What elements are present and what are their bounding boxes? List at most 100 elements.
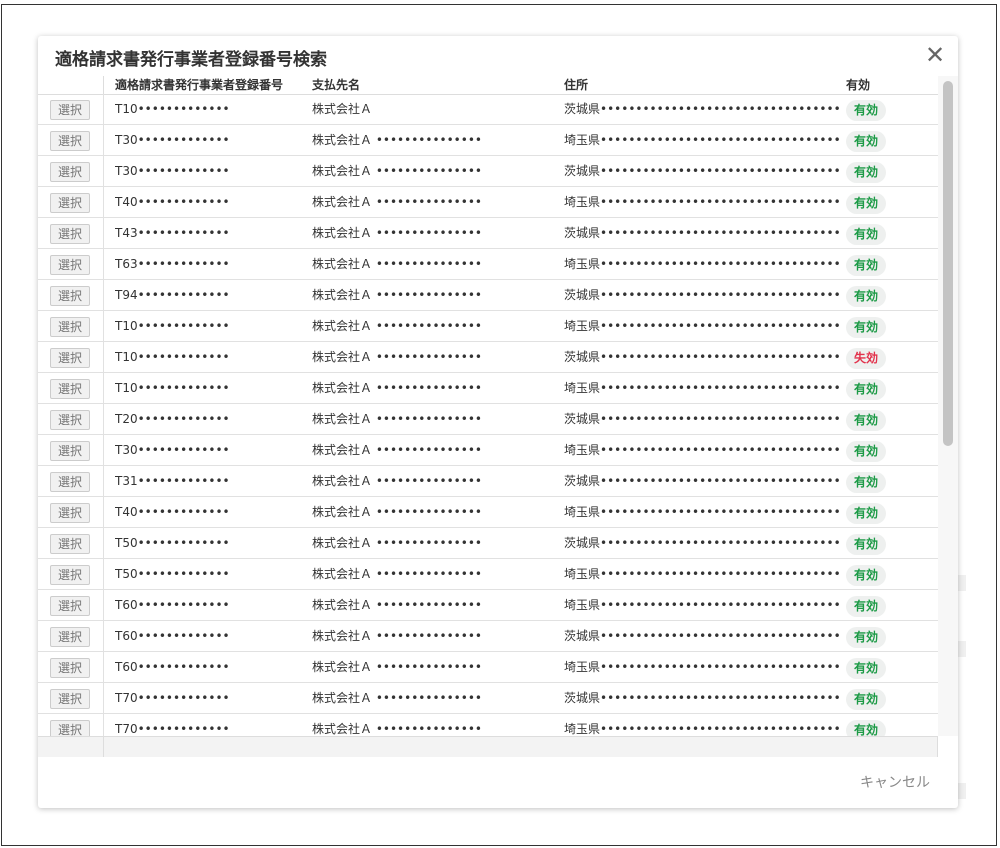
table-row: 選択 T50••••••••••••• 株式会社Ａ ••••••••••••••… <box>38 559 938 590</box>
grid-rows: 選択 T10••••••••••••• 株式会社Ａ 茨城県•••••••••••… <box>38 94 938 736</box>
background-fragment <box>958 641 966 657</box>
header-registration-number[interactable]: 適格請求書発行事業者登録番号 <box>115 76 283 94</box>
status-badge: 有効 <box>846 503 887 524</box>
header-divider <box>103 76 104 94</box>
address: 埼玉県•••••••••••••••••••••••••••••••••• <box>564 381 841 395</box>
registration-number: T40••••••••••••• <box>115 505 230 519</box>
select-button[interactable]: 選択 <box>50 441 90 461</box>
status-badge: 有効 <box>846 596 887 617</box>
select-button[interactable]: 選択 <box>50 224 90 244</box>
header-status[interactable]: 有効 <box>846 76 870 94</box>
select-cell: 選択 <box>50 502 90 523</box>
registration-number: T43••••••••••••• <box>115 226 230 240</box>
select-button[interactable]: 選択 <box>50 534 90 554</box>
header-payee-name[interactable]: 支払先名 <box>312 76 360 94</box>
dialog-title: 適格請求書発行事業者登録番号検索 <box>55 50 327 70</box>
status-cell: 有効 <box>846 533 887 555</box>
table-row: 選択 T70••••••••••••• 株式会社Ａ ••••••••••••••… <box>38 714 938 736</box>
select-button[interactable]: 選択 <box>50 503 90 523</box>
registration-number: T10••••••••••••• <box>115 319 230 333</box>
background-fragment <box>958 783 966 799</box>
table-row: 選択 T10••••••••••••• 株式会社Ａ 茨城県•••••••••••… <box>38 94 938 125</box>
registration-number: T70••••••••••••• <box>115 691 230 705</box>
select-cell: 選択 <box>50 471 90 492</box>
registration-number: T50••••••••••••• <box>115 567 230 581</box>
status-cell: 有効 <box>846 223 887 245</box>
registration-number: T60••••••••••••• <box>115 598 230 612</box>
status-cell: 有効 <box>846 595 887 617</box>
header-address[interactable]: 住所 <box>564 76 588 94</box>
payee-name: 株式会社Ａ <box>312 102 373 116</box>
registration-number: T50••••••••••••• <box>115 536 230 550</box>
status-badge: 有効 <box>846 317 887 338</box>
status-badge: 有効 <box>846 565 887 586</box>
select-button[interactable]: 選択 <box>50 162 90 182</box>
select-button[interactable]: 選択 <box>50 596 90 616</box>
select-cell: 選択 <box>50 409 90 430</box>
table-row: 選択 T63••••••••••••• 株式会社Ａ ••••••••••••••… <box>38 249 938 280</box>
select-cell: 選択 <box>50 130 90 151</box>
address: 埼玉県•••••••••••••••••••••••••••••••••• <box>564 505 841 519</box>
select-cell: 選択 <box>50 223 90 244</box>
select-button[interactable]: 選択 <box>50 472 90 492</box>
registration-number: T30••••••••••••• <box>115 164 230 178</box>
registration-number: T20••••••••••••• <box>115 412 230 426</box>
table-row: 選択 T50••••••••••••• 株式会社Ａ ••••••••••••••… <box>38 528 938 559</box>
column-divider <box>103 435 104 465</box>
select-button[interactable]: 選択 <box>50 317 90 337</box>
select-cell: 選択 <box>50 378 90 399</box>
vertical-scrollbar[interactable] <box>938 76 958 736</box>
table-row: 選択 T40••••••••••••• 株式会社Ａ ••••••••••••••… <box>38 187 938 218</box>
column-divider <box>103 156 104 186</box>
registration-number: T10••••••••••••• <box>115 102 230 116</box>
table-row: 選択 T70••••••••••••• 株式会社Ａ ••••••••••••••… <box>38 683 938 714</box>
select-button[interactable]: 選択 <box>50 379 90 399</box>
payee-name: 株式会社Ａ ••••••••••••••• <box>312 567 482 581</box>
table-row: 選択 T31••••••••••••• 株式会社Ａ ••••••••••••••… <box>38 466 938 497</box>
payee-name: 株式会社Ａ ••••••••••••••• <box>312 691 482 705</box>
table-row: 選択 T43••••••••••••• 株式会社Ａ ••••••••••••••… <box>38 218 938 249</box>
column-divider <box>103 404 104 434</box>
scrollbar-thumb[interactable] <box>943 81 953 446</box>
status-cell: 有効 <box>846 285 887 307</box>
select-button[interactable]: 選択 <box>50 658 90 678</box>
status-badge: 有効 <box>846 689 887 710</box>
payee-name: 株式会社Ａ ••••••••••••••• <box>312 474 482 488</box>
select-button[interactable]: 選択 <box>50 255 90 275</box>
column-divider <box>103 94 104 124</box>
close-icon[interactable]: ✕ <box>924 43 946 67</box>
column-divider <box>103 218 104 248</box>
payee-name: 株式会社Ａ ••••••••••••••• <box>312 412 482 426</box>
select-button[interactable]: 選択 <box>50 100 90 120</box>
address: 茨城県•••••••••••••••••••••••••••••••••• <box>564 226 841 240</box>
select-button[interactable]: 選択 <box>50 720 90 736</box>
select-button[interactable]: 選択 <box>50 627 90 647</box>
status-badge: 有効 <box>846 410 887 431</box>
status-cell: 有効 <box>846 316 887 338</box>
status-cell: 有効 <box>846 409 887 431</box>
select-button[interactable]: 選択 <box>50 131 90 151</box>
payee-name: 株式会社Ａ ••••••••••••••• <box>312 629 482 643</box>
select-button[interactable]: 選択 <box>50 410 90 430</box>
select-cell: 選択 <box>50 316 90 337</box>
status-cell: 有効 <box>846 192 887 214</box>
select-button[interactable]: 選択 <box>50 286 90 306</box>
registration-number: T31••••••••••••• <box>115 474 230 488</box>
address: 埼玉県•••••••••••••••••••••••••••••••••• <box>564 660 841 674</box>
select-button[interactable]: 選択 <box>50 193 90 213</box>
status-badge: 有効 <box>846 658 887 679</box>
address: 茨城県•••••••••••••••••••••••••••••••••• <box>564 691 841 705</box>
select-cell: 選択 <box>50 595 90 616</box>
select-button[interactable]: 選択 <box>50 689 90 709</box>
select-cell: 選択 <box>50 626 90 647</box>
status-cell: 有効 <box>846 99 887 121</box>
select-button[interactable]: 選択 <box>50 565 90 585</box>
payee-name: 株式会社Ａ ••••••••••••••• <box>312 195 482 209</box>
table-row: 選択 T30••••••••••••• 株式会社Ａ ••••••••••••••… <box>38 156 938 187</box>
address: 茨城県•••••••••••••••••••••••••••••••••• <box>564 164 841 178</box>
payee-name: 株式会社Ａ ••••••••••••••• <box>312 722 482 736</box>
address: 埼玉県•••••••••••••••••••••••••••••••••• <box>564 195 841 209</box>
cancel-button[interactable]: キャンセル <box>860 772 930 792</box>
table-row: 選択 T30••••••••••••• 株式会社Ａ ••••••••••••••… <box>38 125 938 156</box>
select-button[interactable]: 選択 <box>50 348 90 368</box>
